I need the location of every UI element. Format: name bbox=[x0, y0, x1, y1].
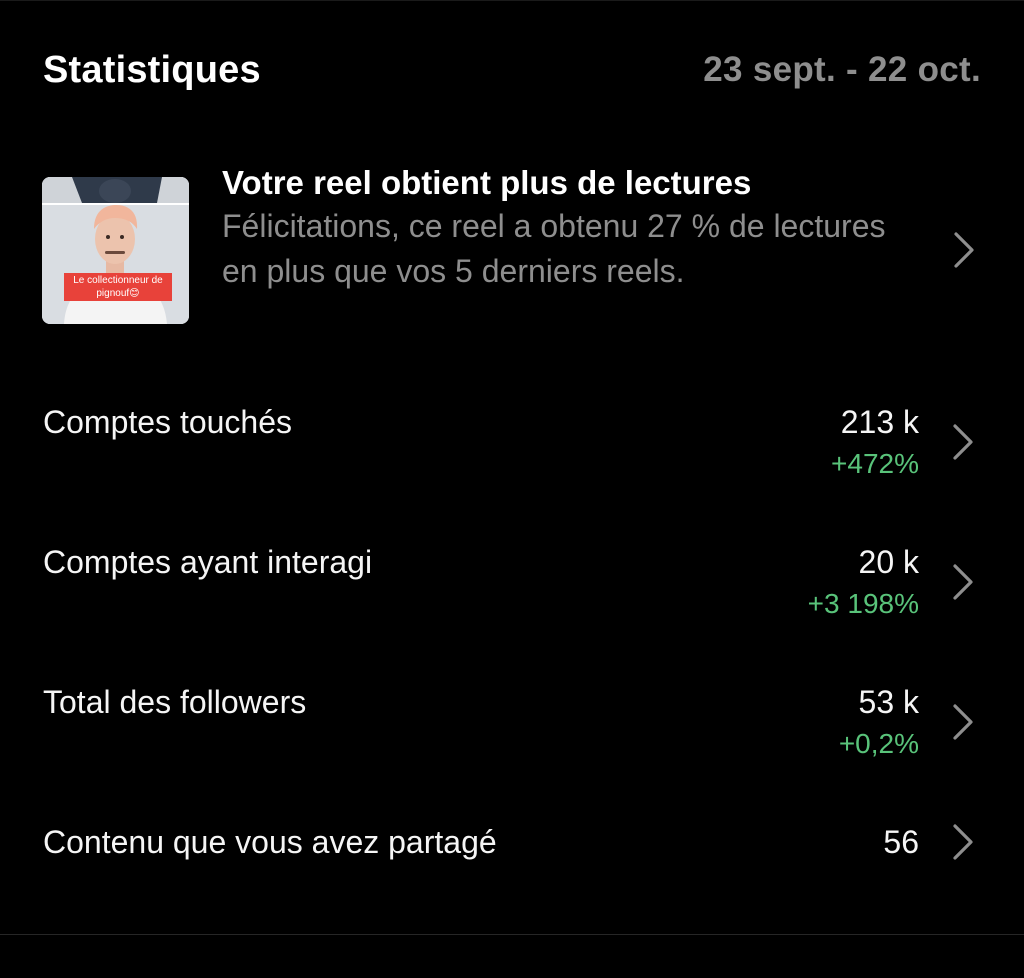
date-range[interactable]: 23 sept. - 22 oct. bbox=[703, 50, 981, 90]
metric-label: Comptes touchés bbox=[43, 404, 293, 440]
page-title: Statistiques bbox=[43, 48, 261, 91]
metric-delta: +472% bbox=[831, 448, 919, 479]
bottom-divider bbox=[0, 934, 1024, 935]
metric-label: Comptes ayant interagi bbox=[43, 544, 373, 580]
chevron-right-icon[interactable] bbox=[951, 702, 975, 742]
metric-value: 56 bbox=[883, 824, 919, 860]
chevron-right-icon[interactable] bbox=[952, 230, 976, 270]
thumbnail-caption: Le collectionneur de pignouf😊 bbox=[64, 273, 172, 301]
metric-row-content-shared[interactable]: Contenu que vous avez partagé 56 bbox=[43, 820, 981, 870]
top-divider bbox=[0, 0, 1024, 1]
chevron-right-icon[interactable] bbox=[951, 822, 975, 862]
stats-header: Statistiques 23 sept. - 22 oct. bbox=[43, 40, 981, 100]
metric-row-accounts-engaged[interactable]: Comptes ayant interagi 20 k +3 198% bbox=[43, 540, 981, 630]
insight-body: Félicitations, ce reel a obtenu 27 % de … bbox=[222, 208, 886, 289]
chevron-right-icon[interactable] bbox=[951, 562, 975, 602]
reel-thumbnail[interactable]: Le collectionneur de pignouf😊 bbox=[42, 177, 189, 324]
insight-text: Votre reel obtient plus de lectures Féli… bbox=[222, 162, 902, 294]
metric-label: Contenu que vous avez partagé bbox=[43, 824, 497, 860]
metric-label: Total des followers bbox=[43, 684, 307, 720]
insight-title: Votre reel obtient plus de lectures bbox=[222, 164, 752, 201]
metric-value: 213 k bbox=[840, 404, 919, 440]
reel-thumbnail-image bbox=[42, 177, 189, 324]
metric-value: 53 k bbox=[858, 684, 919, 720]
reel-insight-card[interactable]: Le collectionneur de pignouf😊 Votre reel… bbox=[42, 160, 982, 350]
metric-delta: +0,2% bbox=[838, 728, 919, 759]
metric-value: 20 k bbox=[858, 544, 919, 580]
metric-row-accounts-reached[interactable]: Comptes touchés 213 k +472% bbox=[43, 400, 981, 490]
metric-delta: +3 198% bbox=[807, 588, 919, 619]
chevron-right-icon[interactable] bbox=[951, 422, 975, 462]
metric-row-total-followers[interactable]: Total des followers 53 k +0,2% bbox=[43, 680, 981, 770]
